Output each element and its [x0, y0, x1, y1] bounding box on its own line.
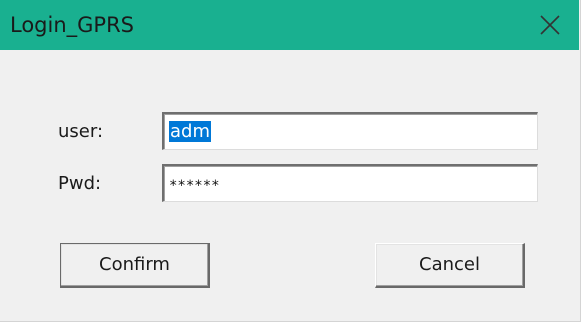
user-input-value: adm [169, 121, 211, 143]
login-dialog: Login_GPRS user: adm Pwd: ****** Confirm… [0, 0, 581, 322]
user-input-selection: adm [169, 121, 211, 142]
title-bar[interactable]: Login_GPRS [0, 0, 579, 50]
password-input-value: ****** [169, 178, 220, 194]
password-input[interactable]: ****** [162, 164, 538, 202]
confirm-button[interactable]: Confirm [60, 243, 210, 288]
user-input[interactable]: adm [162, 112, 538, 150]
cancel-button[interactable]: Cancel [375, 243, 525, 288]
user-label: user: [58, 121, 104, 142]
pwd-label: Pwd: [58, 173, 102, 194]
window-title: Login_GPRS [10, 13, 135, 37]
close-icon [540, 15, 560, 35]
close-button[interactable] [519, 0, 579, 50]
